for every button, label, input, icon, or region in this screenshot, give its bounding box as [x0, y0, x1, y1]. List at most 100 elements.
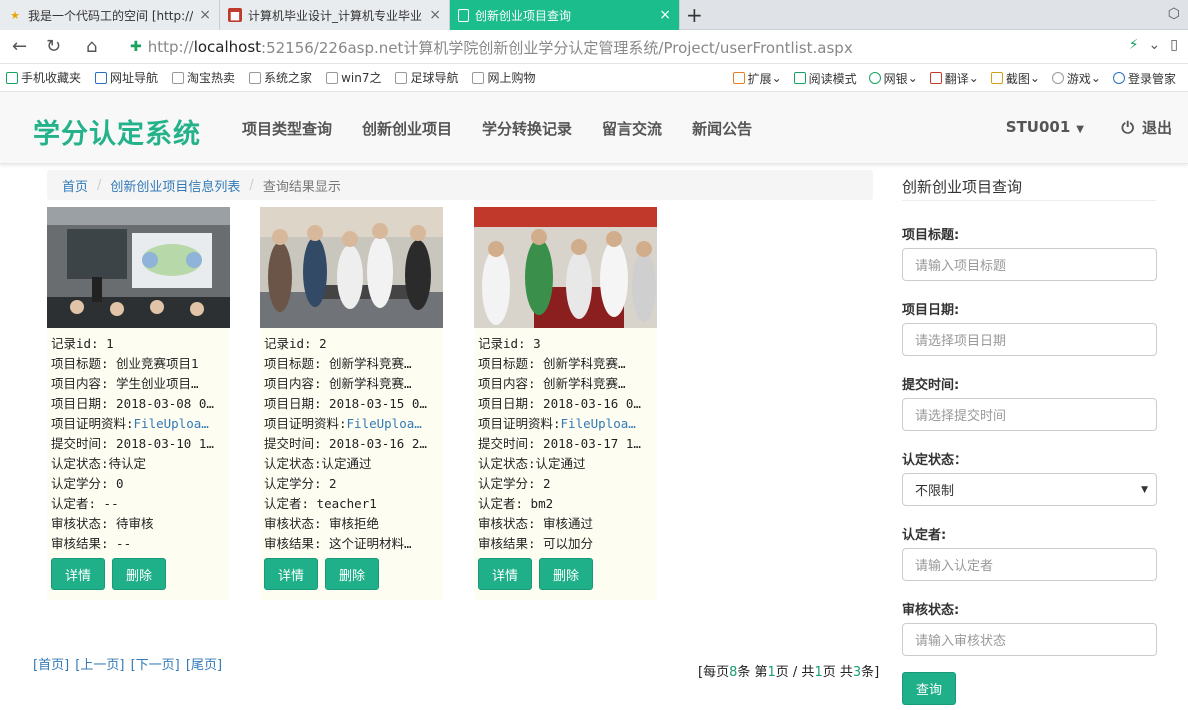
bank-button[interactable]: 网银 ⌄: [868, 70, 918, 87]
current-page: 1: [767, 665, 776, 680]
card-certifier: 认定者: bm2: [478, 496, 554, 511]
favicon-icon: ■: [228, 8, 242, 22]
screenshot-button[interactable]: 截图 ⌄: [990, 70, 1040, 87]
project-photo[interactable]: [260, 207, 443, 328]
project-photo[interactable]: [47, 207, 230, 328]
card-content: 项目内容: 创新学科竞赛…: [264, 376, 412, 391]
next-page-link[interactable]: [下一页]: [131, 658, 180, 673]
card-credit: 认定学分: 2: [264, 476, 337, 491]
detail-button[interactable]: 详情: [264, 558, 318, 590]
url-prefix: http://: [147, 38, 194, 56]
user-menu[interactable]: STU001 ▼: [1006, 118, 1084, 136]
username: STU001: [1005, 118, 1071, 136]
browser-tab-3[interactable]: 创新创业项目查询 ×: [450, 0, 680, 30]
detail-button[interactable]: 详情: [478, 558, 532, 590]
restore-icon[interactable]: ⬡: [1168, 6, 1180, 22]
field-label-cert-status: 认定状态：: [902, 453, 968, 468]
browser-tab-2[interactable]: ■ 计算机毕业设计_计算机专业毕业 ×: [220, 0, 450, 30]
prev-page-link[interactable]: [上一页]: [75, 658, 124, 673]
date-input[interactable]: 请选择项目日期: [902, 323, 1157, 356]
delete-button[interactable]: 删除: [325, 558, 379, 590]
card-title: 项目标题: 创业竞赛项目1: [51, 356, 199, 371]
chevron-down-icon[interactable]: ⌄: [1149, 37, 1161, 53]
caret-down-icon: ▼: [1076, 124, 1084, 135]
bookmark-item[interactable]: 网址导航: [95, 69, 158, 86]
gamepad-icon: [1051, 72, 1064, 84]
bookmark-item[interactable]: 系统之家: [249, 69, 312, 86]
card-review-status: 审核状态: 审核拒绝: [264, 516, 380, 531]
cert-status-value: 不限制: [915, 484, 955, 499]
bookmark-item[interactable]: 手机收藏夹: [6, 69, 81, 86]
cert-status-select[interactable]: 不限制 ▼: [902, 473, 1157, 506]
login-manager-button[interactable]: 登录管家: [1112, 70, 1176, 87]
field-label-title: 项目标题:: [902, 228, 960, 243]
phone-icon[interactable]: ▯: [1170, 37, 1178, 53]
card-review-result: 审核结果: --: [51, 536, 132, 551]
card-submit-time: 提交时间: 2018-03-17 1…: [478, 436, 641, 451]
submit-time-input[interactable]: 请选择提交时间: [902, 398, 1157, 431]
extensions-button[interactable]: 扩展 ⌄: [732, 70, 782, 87]
menu-item-news[interactable]: 新闻公告: [692, 118, 752, 139]
menu-item-message-board[interactable]: 留言交流: [602, 118, 662, 139]
card-proof[interactable]: 项目证明资料:FileUploa…: [51, 414, 226, 434]
close-icon[interactable]: ×: [659, 7, 671, 23]
close-icon[interactable]: ×: [199, 7, 211, 23]
card-proof[interactable]: 项目证明资料:FileUploa…: [478, 414, 653, 434]
reader-mode-button[interactable]: 阅读模式: [793, 70, 857, 87]
bookmark-item[interactable]: 网上购物: [472, 69, 535, 86]
pagination: [首页] [上一页] [下一页] [尾页]: [33, 654, 224, 673]
reload-icon[interactable]: ↻: [46, 36, 61, 57]
menu-item-credit-conversion[interactable]: 学分转换记录: [482, 118, 572, 139]
logout-button[interactable]: ⏻ 退出: [1121, 117, 1172, 138]
bookmark-item[interactable]: 淘宝热卖: [172, 69, 235, 86]
app-header: 学分认定系统 项目类型查询 创新创业项目 学分转换记录 留言交流 新闻公告 ST…: [0, 92, 1188, 164]
close-icon[interactable]: ×: [429, 7, 441, 23]
bookmark-item[interactable]: win7之: [326, 69, 381, 86]
bookmarks-bar: 手机收藏夹 网址导航 淘宝热卖 系统之家 win7之 足球导航 网上购物 扩展 …: [0, 64, 1188, 92]
card-record-id: 记录id: 3: [478, 336, 541, 351]
delete-button[interactable]: 删除: [539, 558, 593, 590]
project-card: 记录id: 1 项目标题: 创业竞赛项目1 项目内容: 学生创业项目… 项目日期…: [47, 207, 230, 600]
certifier-input[interactable]: 请输入认定者: [902, 548, 1157, 581]
games-button[interactable]: 游戏 ⌄: [1051, 70, 1101, 87]
detail-button[interactable]: 详情: [51, 558, 105, 590]
first-page-link[interactable]: [首页]: [33, 658, 69, 673]
menu-item-innovation-project[interactable]: 创新创业项目: [362, 118, 452, 139]
tab-title: 创新创业项目查询: [475, 8, 572, 23]
browser-tab-bar: ★ 我是一个代码工的空间 [http://2 × ■ 计算机毕业设计_计算机专业…: [0, 0, 1188, 30]
brand-logo[interactable]: 学分认定系统: [33, 112, 201, 151]
speed-icon[interactable]: ⚡: [1129, 37, 1139, 53]
field-label-date: 项目日期:: [902, 303, 960, 318]
new-tab-icon[interactable]: +: [686, 3, 703, 27]
divider: [902, 200, 1156, 201]
bookmark-item[interactable]: 足球导航: [395, 69, 458, 86]
bank-icon: [868, 72, 881, 84]
card-review-result: 审核结果: 这个证明材料…: [264, 536, 412, 551]
breadcrumb-home[interactable]: 首页: [62, 176, 88, 195]
page-icon: [95, 71, 108, 84]
card-cert-status: 认定状态:待认定: [51, 456, 147, 471]
search-button[interactable]: 查询: [902, 672, 956, 705]
back-icon[interactable]: ←: [12, 36, 27, 57]
url-field[interactable]: ✚ http://localhost:52156/226asp.net计算机学院…: [130, 36, 1150, 58]
review-status-input[interactable]: 请输入审核状态: [902, 623, 1157, 656]
grid-icon: [732, 72, 745, 84]
card-record-id: 记录id: 2: [264, 336, 327, 351]
translate-button[interactable]: 翻译 ⌄: [929, 70, 979, 87]
card-date: 项目日期: 2018-03-08 0…: [51, 396, 214, 411]
title-input[interactable]: 请输入项目标题: [902, 248, 1157, 281]
breadcrumb-list[interactable]: 创新创业项目信息列表: [110, 176, 240, 195]
last-page-link[interactable]: [尾页]: [186, 658, 222, 673]
home-icon[interactable]: ⌂: [86, 36, 97, 57]
menu-item-project-type[interactable]: 项目类型查询: [242, 118, 332, 139]
card-proof[interactable]: 项目证明资料:FileUploa…: [264, 414, 439, 434]
card-credit: 认定学分: 0: [51, 476, 124, 491]
card-review-status: 审核状态: 待审核: [51, 516, 154, 531]
browser-tab-1[interactable]: ★ 我是一个代码工的空间 [http://2 ×: [0, 0, 220, 30]
card-date: 项目日期: 2018-03-16 0…: [478, 396, 641, 411]
delete-button[interactable]: 删除: [112, 558, 166, 590]
project-photo[interactable]: [474, 207, 657, 328]
scissors-icon: [990, 72, 1003, 84]
card-submit-time: 提交时间: 2018-03-10 1…: [51, 436, 214, 451]
url-rest: :52156/226asp.net计算机学院创新创业学分认定管理系统/Proje…: [261, 38, 853, 57]
